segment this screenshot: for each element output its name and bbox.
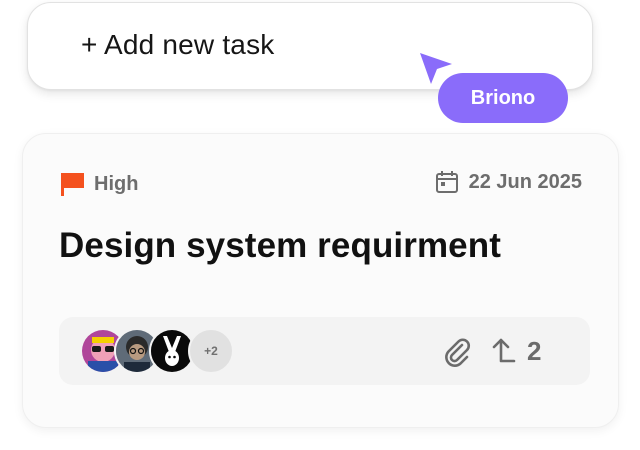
subtask-arrow-icon[interactable] [490,337,516,365]
calendar-icon [435,171,458,193]
flag-icon [61,173,84,196]
task-footer: +2 2 [59,317,590,385]
paperclip-icon[interactable] [442,337,472,367]
due-date-label: 22 Jun 2025 [468,170,582,193]
avatar-3-image [151,330,193,372]
due-date[interactable]: 22 Jun 2025 [435,170,582,194]
more-assignees-badge[interactable]: +2 [188,328,234,374]
task-card[interactable]: High 22 Jun 2025 Design system requirmen… [22,133,619,428]
collaborator-name-tag: Briono [438,73,568,123]
priority-label: High [94,172,139,195]
task-title: Design system requirment [59,226,501,265]
priority-badge: High [60,171,138,197]
subtask-count: 2 [527,336,542,366]
add-task-label: + Add new task [81,29,275,60]
